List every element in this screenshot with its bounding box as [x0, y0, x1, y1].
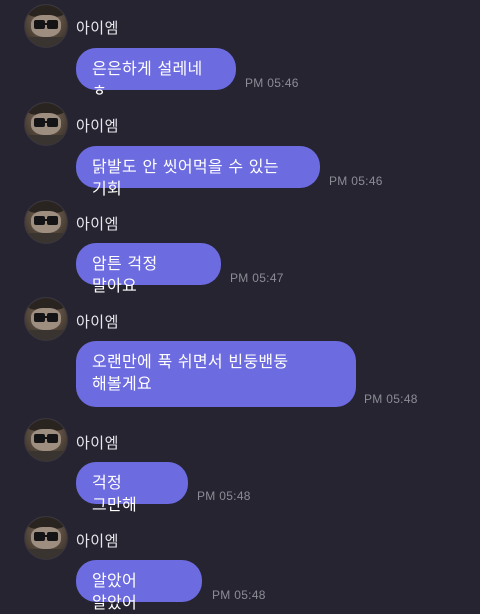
sender-name: 아이엠: [76, 117, 119, 135]
message-bubble[interactable]: 걱정 그만해: [76, 462, 188, 514]
chat-log: 아이엠 은은하게 설레네 ㅎ PM 05:46 아이엠 닭발도 안 씻어먹을 수…: [0, 0, 480, 612]
message-bubble[interactable]: 알았어 알았어: [76, 560, 202, 612]
message-time: PM 05:46: [245, 76, 299, 90]
message-time: PM 05:46: [329, 174, 383, 188]
avatar[interactable]: [24, 102, 68, 146]
message-time: PM 05:48: [212, 588, 266, 602]
message-bubble[interactable]: 오랜만에 푹 쉬면서 빈둥밴둥 해볼게요: [76, 341, 356, 407]
message-time: PM 05:48: [197, 489, 251, 503]
sender-name: 아이엠: [76, 19, 119, 37]
message-time: PM 05:47: [230, 271, 284, 285]
sender-name: 아이엠: [76, 215, 119, 233]
avatar[interactable]: [24, 297, 68, 341]
avatar[interactable]: [24, 418, 68, 462]
message-time: PM 05:48: [364, 392, 418, 406]
message-bubble[interactable]: 암튼 걱정 말아요: [76, 243, 221, 295]
avatar[interactable]: [24, 516, 68, 560]
avatar[interactable]: [24, 4, 68, 48]
message-bubble[interactable]: 닭발도 안 씻어먹을 수 있는 기회: [76, 146, 320, 198]
message-bubble[interactable]: 은은하게 설레네 ㅎ: [76, 48, 236, 100]
sender-name: 아이엠: [76, 532, 119, 550]
avatar[interactable]: [24, 200, 68, 244]
sender-name: 아이엠: [76, 434, 119, 452]
sender-name: 아이엠: [76, 313, 119, 331]
